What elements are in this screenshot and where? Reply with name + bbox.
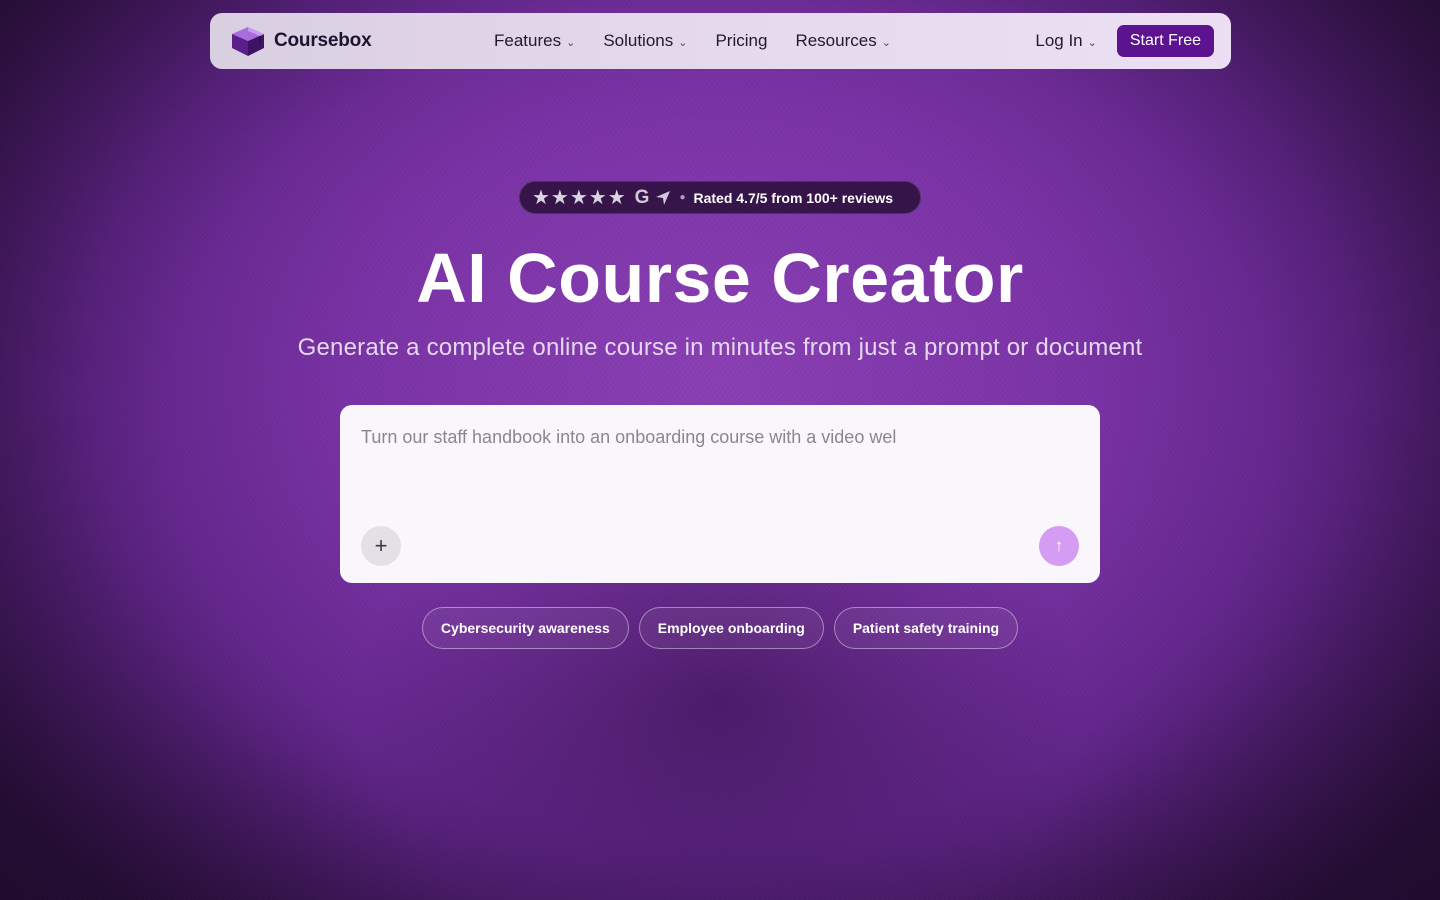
- separator-dot: ●: [679, 192, 686, 203]
- brand-name: Coursebox: [274, 30, 372, 51]
- suggestion-chip-cybersecurity[interactable]: Cybersecurity awareness: [421, 607, 629, 649]
- suggestion-chips: Cybersecurity awareness Employee onboard…: [0, 607, 1440, 649]
- top-navbar: Coursebox Features ⌄ Solutions ⌄ Pricing…: [210, 13, 1231, 69]
- hero-subtitle: Generate a complete online course in min…: [297, 334, 1143, 361]
- rating-badge: ★★★★★ G ● Rated 4.7/5 from 100+ reviews: [519, 181, 921, 214]
- arrow-up-icon: ↑: [1054, 536, 1064, 555]
- suggestion-chip-patient-safety[interactable]: Patient safety training: [833, 607, 1019, 649]
- chevron-down-icon: ⌄: [1087, 36, 1097, 49]
- google-icon: G: [634, 186, 650, 208]
- plus-icon: +: [374, 533, 388, 558]
- login-dropdown[interactable]: Log In ⌄: [1035, 31, 1096, 51]
- rating-text: Rated 4.7/5 from 100+ reviews: [693, 189, 894, 206]
- chevron-down-icon: ⌄: [881, 36, 891, 49]
- nav-item-resources[interactable]: Resources ⌄: [795, 31, 890, 51]
- nav-item-label: Pricing: [715, 31, 768, 50]
- hero-title: AI Course Creator: [416, 239, 1024, 317]
- suggestion-chip-onboarding[interactable]: Employee onboarding: [638, 607, 824, 649]
- start-free-button[interactable]: Start Free: [1116, 25, 1214, 57]
- nav-item-pricing[interactable]: Pricing: [715, 31, 767, 51]
- prompt-box: + ↑: [340, 405, 1100, 583]
- chevron-down-icon: ⌄: [678, 36, 688, 49]
- nav-item-label: Resources: [795, 31, 877, 50]
- submit-prompt-button[interactable]: ↑: [1039, 526, 1079, 566]
- capterra-icon: [656, 190, 671, 205]
- star-icon: ★★★★★: [532, 187, 627, 209]
- chevron-down-icon: ⌄: [566, 36, 576, 49]
- nav-actions: Log In ⌄ Start Free: [1035, 25, 1214, 57]
- nav-item-label: Solutions: [603, 31, 674, 50]
- graduation-cap-cube-icon: [232, 27, 264, 56]
- main-nav: Features ⌄ Solutions ⌄ Pricing Resources…: [494, 31, 891, 51]
- course-prompt-input[interactable]: [361, 427, 1081, 507]
- add-attachment-button[interactable]: +: [361, 526, 401, 566]
- login-label: Log In: [1035, 31, 1083, 50]
- brand-logo[interactable]: Coursebox: [230, 25, 490, 57]
- nav-item-label: Features: [494, 31, 562, 50]
- nav-item-features[interactable]: Features ⌄: [494, 31, 575, 51]
- nav-item-solutions[interactable]: Solutions ⌄: [603, 31, 687, 51]
